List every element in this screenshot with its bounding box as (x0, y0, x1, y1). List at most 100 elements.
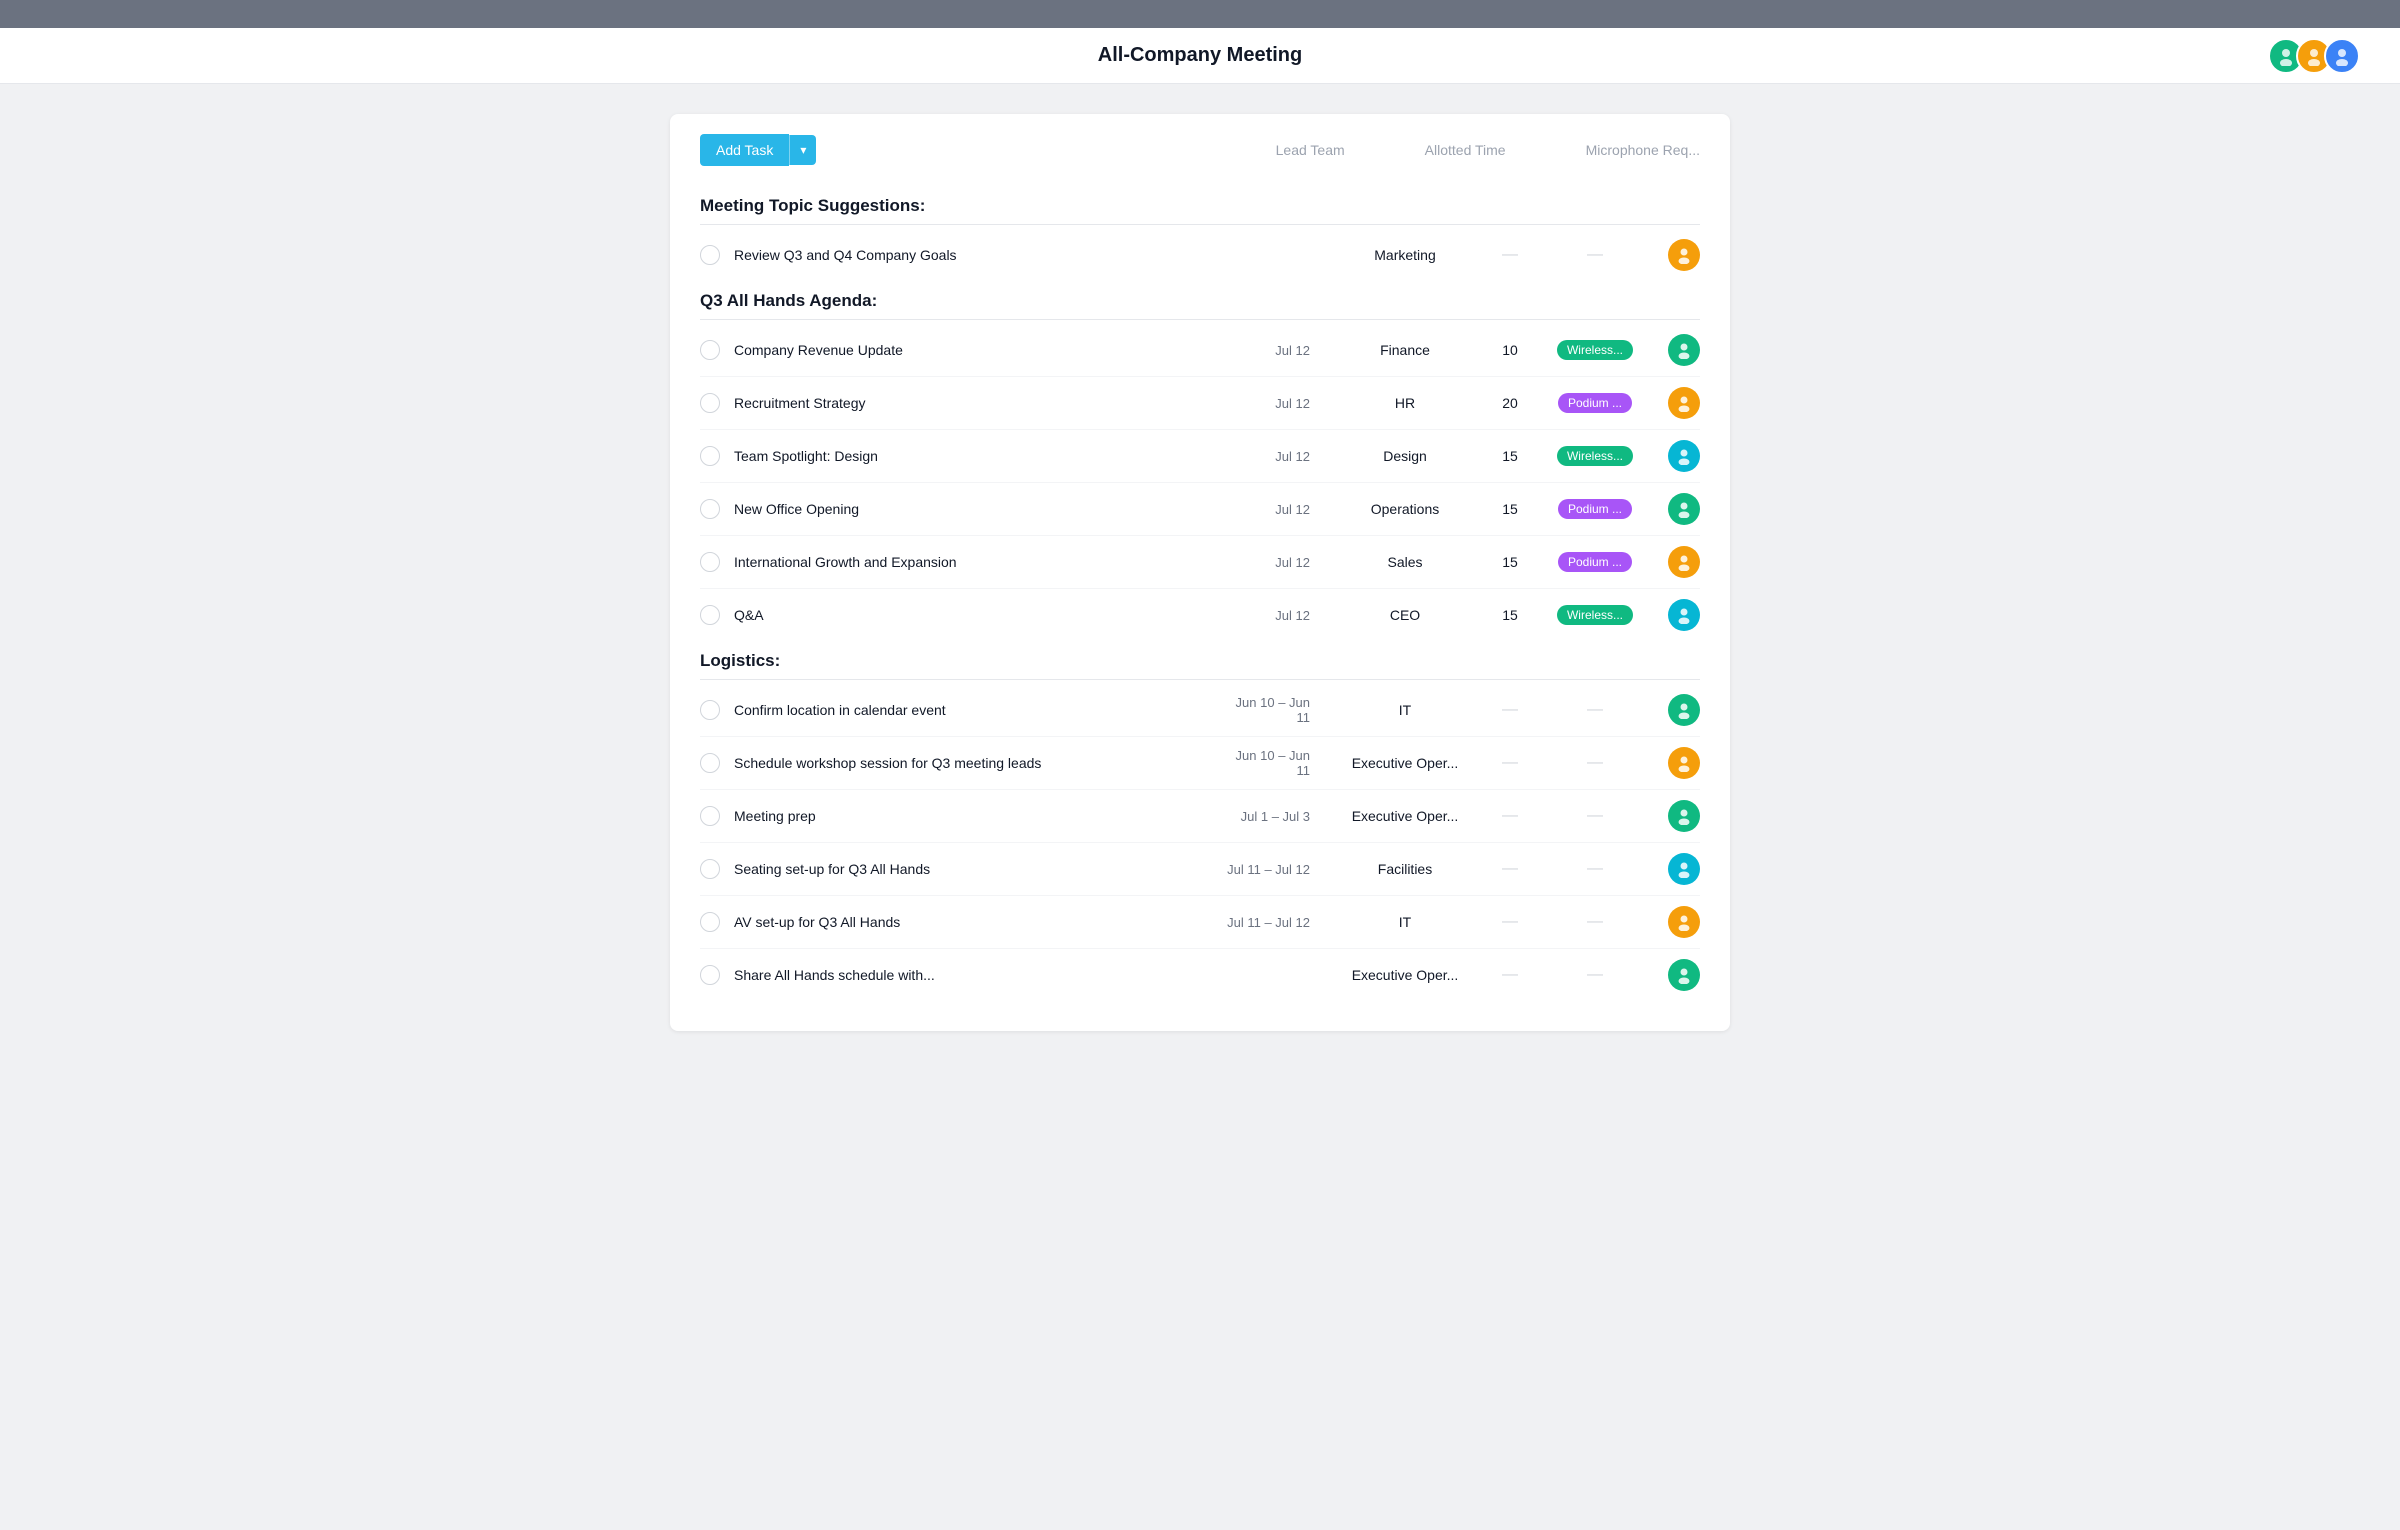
task-assignee[interactable] (1650, 546, 1700, 578)
task-team: HR (1330, 395, 1480, 411)
section-0: Meeting Topic Suggestions:Review Q3 and … (700, 186, 1700, 281)
task-name: Q&A (734, 607, 1220, 623)
main-content: Add Task ▾ Lead Team Allotted Time Micro… (0, 84, 2400, 1061)
task-allotted-time: — (1480, 246, 1540, 264)
section-divider-0 (700, 224, 1700, 225)
add-task-dropdown-button[interactable]: ▾ (789, 135, 816, 165)
content-card: Add Task ▾ Lead Team Allotted Time Micro… (670, 114, 1730, 1031)
task-allotted-time: 15 (1480, 448, 1540, 464)
task-checkbox[interactable] (700, 700, 720, 720)
mic-podium-badge[interactable]: Podium ... (1558, 552, 1632, 572)
assignee-avatar[interactable] (1668, 387, 1700, 419)
assignee-avatar[interactable] (1668, 906, 1700, 938)
task-checkbox[interactable] (700, 446, 720, 466)
task-row: Seating set-up for Q3 All HandsJul 11 – … (700, 843, 1700, 896)
task-row: New Office OpeningJul 12Operations15Podi… (700, 483, 1700, 536)
task-team: Executive Oper... (1330, 967, 1480, 983)
task-allotted-time: — (1480, 701, 1540, 719)
task-assignee[interactable] (1650, 853, 1700, 885)
task-microphone: — (1540, 860, 1650, 878)
task-assignee[interactable] (1650, 493, 1700, 525)
task-checkbox[interactable] (700, 965, 720, 985)
dash-icon: — (1502, 754, 1518, 771)
task-microphone: — (1540, 701, 1650, 719)
task-date: Jul 12 (1220, 449, 1330, 464)
section-2: Logistics:Confirm location in calendar e… (700, 641, 1700, 1001)
add-task-button[interactable]: Add Task (700, 134, 789, 166)
task-date: Jul 12 (1220, 555, 1330, 570)
task-checkbox[interactable] (700, 912, 720, 932)
task-row: Q&AJul 12CEO15Wireless... (700, 589, 1700, 641)
task-name: Recruitment Strategy (734, 395, 1220, 411)
task-assignee[interactable] (1650, 387, 1700, 419)
task-name: Confirm location in calendar event (734, 702, 1220, 718)
assignee-avatar[interactable] (1668, 747, 1700, 779)
assignee-avatar[interactable] (1668, 546, 1700, 578)
mic-wireless-badge[interactable]: Wireless... (1557, 446, 1633, 466)
avatar-3[interactable] (2324, 38, 2360, 74)
task-team: Sales (1330, 554, 1480, 570)
task-microphone: Wireless... (1540, 605, 1650, 625)
dash-icon: — (1587, 246, 1603, 263)
task-assignee[interactable] (1650, 440, 1700, 472)
col-header-microphone: Microphone Req... (1586, 142, 1700, 158)
task-row: AV set-up for Q3 All HandsJul 11 – Jul 1… (700, 896, 1700, 949)
assignee-avatar[interactable] (1668, 440, 1700, 472)
task-allotted-time: 20 (1480, 395, 1540, 411)
task-row: International Growth and ExpansionJul 12… (700, 536, 1700, 589)
task-team: Executive Oper... (1330, 755, 1480, 771)
task-allotted-time: — (1480, 860, 1540, 878)
mic-podium-badge[interactable]: Podium ... (1558, 499, 1632, 519)
mic-wireless-badge[interactable]: Wireless... (1557, 605, 1633, 625)
task-allotted-time: — (1480, 807, 1540, 825)
task-name: AV set-up for Q3 All Hands (734, 914, 1220, 930)
assignee-avatar[interactable] (1668, 599, 1700, 631)
assignee-avatar[interactable] (1668, 694, 1700, 726)
task-checkbox[interactable] (700, 245, 720, 265)
assignee-avatar[interactable] (1668, 239, 1700, 271)
dash-icon: — (1502, 701, 1518, 718)
task-date: Jun 10 – Jun 11 (1220, 748, 1330, 778)
toolbar: Add Task ▾ Lead Team Allotted Time Micro… (700, 134, 1700, 166)
task-name: Schedule workshop session for Q3 meeting… (734, 755, 1220, 771)
task-microphone: Podium ... (1540, 552, 1650, 572)
task-checkbox[interactable] (700, 340, 720, 360)
task-date: Jul 1 – Jul 3 (1220, 809, 1330, 824)
task-date: Jul 11 – Jul 12 (1220, 915, 1330, 930)
task-date: Jul 12 (1220, 343, 1330, 358)
col-header-allotted-time: Allotted Time (1425, 142, 1506, 158)
task-checkbox[interactable] (700, 859, 720, 879)
task-assignee[interactable] (1650, 239, 1700, 271)
task-checkbox[interactable] (700, 499, 720, 519)
task-allotted-time: — (1480, 966, 1540, 984)
dash-icon: — (1502, 246, 1518, 263)
task-checkbox[interactable] (700, 393, 720, 413)
task-date: Jul 12 (1220, 608, 1330, 623)
dash-icon: — (1587, 754, 1603, 771)
task-team: Finance (1330, 342, 1480, 358)
task-assignee[interactable] (1650, 959, 1700, 991)
top-bar (0, 0, 2400, 28)
task-assignee[interactable] (1650, 747, 1700, 779)
assignee-avatar[interactable] (1668, 493, 1700, 525)
assignee-avatar[interactable] (1668, 800, 1700, 832)
task-checkbox[interactable] (700, 806, 720, 826)
assignee-avatar[interactable] (1668, 853, 1700, 885)
section-title-1: Q3 All Hands Agenda: (700, 281, 1700, 319)
assignee-avatar[interactable] (1668, 334, 1700, 366)
task-checkbox[interactable] (700, 605, 720, 625)
task-assignee[interactable] (1650, 599, 1700, 631)
assignee-avatar[interactable] (1668, 959, 1700, 991)
task-assignee[interactable] (1650, 694, 1700, 726)
task-assignee[interactable] (1650, 800, 1700, 832)
task-assignee[interactable] (1650, 906, 1700, 938)
page-title: All-Company Meeting (1098, 44, 1302, 67)
task-microphone: Wireless... (1540, 340, 1650, 360)
mic-podium-badge[interactable]: Podium ... (1558, 393, 1632, 413)
mic-wireless-badge[interactable]: Wireless... (1557, 340, 1633, 360)
task-assignee[interactable] (1650, 334, 1700, 366)
task-checkbox[interactable] (700, 552, 720, 572)
task-team: Marketing (1330, 247, 1480, 263)
task-microphone: Wireless... (1540, 446, 1650, 466)
task-checkbox[interactable] (700, 753, 720, 773)
